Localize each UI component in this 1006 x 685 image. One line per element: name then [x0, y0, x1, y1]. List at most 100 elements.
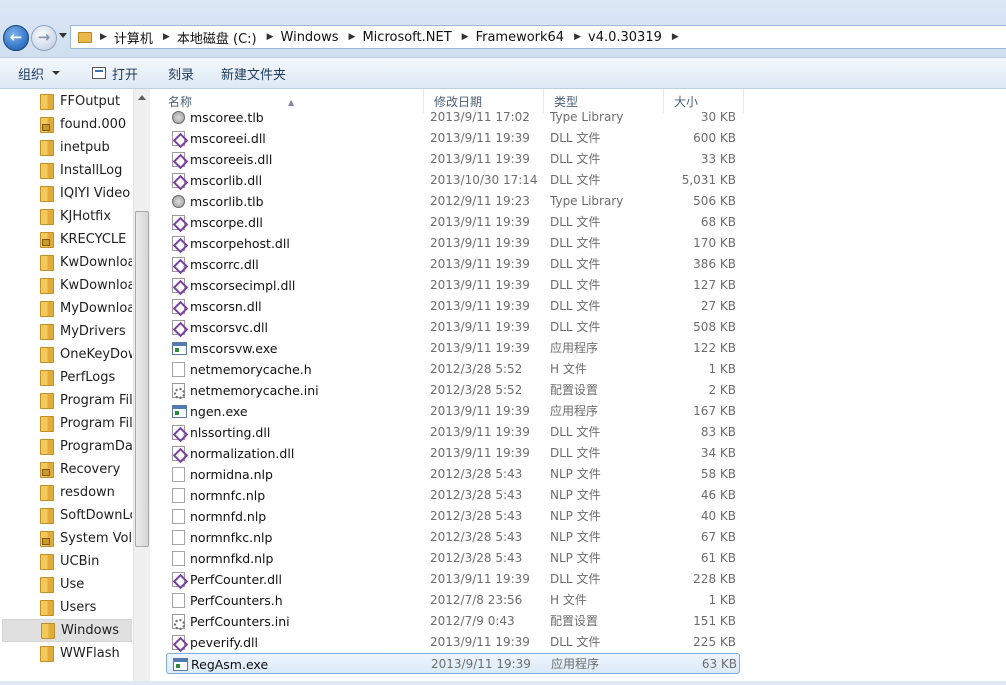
- file-row[interactable]: PerfCounter.dll 2013/9/11 19:39 DLL 文件 228 …: [166, 569, 740, 590]
- file-row[interactable]: mscorsn.dll 2013/9/11 19:39 DLL 文件 27 KB: [166, 296, 740, 317]
- breadcrumb-item[interactable]: v4.0.30319: [588, 30, 662, 45]
- breadcrumb-item[interactable]: 本地磁盘 (C:): [177, 28, 257, 47]
- file-modified-date: 2013/10/30 17:14: [430, 173, 538, 187]
- file-row[interactable]: mscorpe.dll 2013/9/11 19:39 DLL 文件 68 KB: [166, 212, 740, 233]
- file-row[interactable]: normnfkd.nlp 2012/3/28 5:43 NLP 文件 61 KB: [166, 548, 740, 569]
- navigation-pane[interactable]: FFOutput found.000 inetpub InstallLog IQIYI …: [0, 89, 150, 685]
- file-type: H 文件: [550, 593, 587, 607]
- nav-folder-item[interactable]: FFOutput: [2, 90, 132, 113]
- file-row[interactable]: netmemorycache.ini 2012/3/28 5:52 配置设置 2 KB: [166, 380, 740, 401]
- nav-folder-item[interactable]: Program Files: [2, 412, 132, 435]
- chevron-right-icon[interactable]: ▶: [462, 32, 469, 42]
- forward-button[interactable]: →: [31, 25, 57, 51]
- chevron-right-icon[interactable]: ▶: [267, 32, 274, 42]
- nav-folder-label: WWFlash: [60, 646, 120, 661]
- file-modified-date: 2013/9/11 19:39: [430, 257, 530, 271]
- nav-folder-item[interactable]: MyDrivers: [2, 320, 132, 343]
- burn-button[interactable]: 刻录: [168, 64, 194, 83]
- pane-splitter[interactable]: [150, 89, 158, 685]
- file-row[interactable]: mscorlib.dll 2013/10/30 17:14 DLL 文件 5,031 …: [166, 170, 740, 191]
- folder-icon: [40, 599, 54, 616]
- file-row[interactable]: mscoree.tlb 2013/9/11 17:02 Type Library 30…: [166, 107, 740, 128]
- address-bar[interactable]: ▶ 计算机 ▶ 本地磁盘 (C:) ▶ Windows ▶ Microsoft.NET ▶ Fr…: [70, 25, 1006, 49]
- open-button[interactable]: 打开: [92, 64, 138, 83]
- nav-folder-label: UCBin: [60, 554, 100, 569]
- file-row[interactable]: peverify.dll 2013/9/11 19:39 DLL 文件 225 KB: [166, 632, 740, 653]
- organize-button[interactable]: 组织: [18, 64, 61, 83]
- file-row[interactable]: mscorrc.dll 2013/9/11 19:39 DLL 文件 386 KB: [166, 254, 740, 275]
- file-row[interactable]: mscorsvc.dll 2013/9/11 19:39 DLL 文件 508 KB: [166, 317, 740, 338]
- scroll-up-icon[interactable]: [138, 95, 146, 100]
- nav-folder-item[interactable]: KwDownload: [2, 251, 132, 274]
- file-list[interactable]: 名称 ▲ 修改日期 类型 大小 mscoree.tlb 2013/9/11 17:…: [158, 89, 1006, 685]
- file-row[interactable]: mscorpehost.dll 2013/9/11 19:39 DLL 文件 170 …: [166, 233, 740, 254]
- nav-folder-item[interactable]: found.000: [2, 113, 132, 136]
- burn-label: 刻录: [168, 67, 195, 83]
- document-icon: [172, 509, 185, 524]
- nav-folder-item[interactable]: Program Files: [2, 389, 132, 412]
- folder-icon: [40, 300, 54, 317]
- nav-folder-item[interactable]: SoftDownLoad: [2, 504, 132, 527]
- dll-file-icon: [172, 173, 185, 188]
- chevron-right-icon[interactable]: ▶: [100, 32, 107, 42]
- breadcrumb-item[interactable]: Framework64: [476, 30, 565, 45]
- file-row[interactable]: mscoreei.dll 2013/9/11 19:39 DLL 文件 600 KB: [166, 128, 740, 149]
- nav-folder-item[interactable]: WWFlash: [2, 642, 132, 665]
- file-row[interactable]: netmemorycache.h 2012/3/28 5:52 H 文件 1 KB: [166, 359, 740, 380]
- file-row[interactable]: PerfCounters.ini 2012/7/9 0:43 配置设置 151 KB: [166, 611, 740, 632]
- file-size: 67 KB: [700, 530, 736, 544]
- file-row[interactable]: normnfc.nlp 2012/3/28 5:43 NLP 文件 46 KB: [166, 485, 740, 506]
- file-modified-date: 2013/9/11 19:39: [431, 657, 531, 671]
- nav-folder-item[interactable]: UCBin: [2, 550, 132, 573]
- file-row[interactable]: PerfCounters.h 2012/7/8 23:56 H 文件 1 KB: [166, 590, 740, 611]
- nav-folder-item[interactable]: OneKeyDown: [2, 343, 132, 366]
- file-row[interactable]: mscorsecimpl.dll 2013/9/11 19:39 DLL 文件 127…: [166, 275, 740, 296]
- new-folder-button[interactable]: 新建文件夹: [221, 64, 286, 83]
- file-name: mscoree.tlb: [190, 110, 264, 125]
- chevron-right-icon[interactable]: ▶: [672, 32, 679, 42]
- nav-folder-item[interactable]: inetpub: [2, 136, 132, 159]
- organize-label: 组织: [18, 67, 45, 83]
- scrollbar-thumb[interactable]: [135, 211, 149, 547]
- nav-folder-item[interactable]: Windows: [2, 619, 132, 642]
- folder-icon: [40, 576, 54, 593]
- nav-folder-item[interactable]: ProgramData: [2, 435, 132, 458]
- breadcrumb-item[interactable]: Microsoft.NET: [362, 30, 451, 45]
- breadcrumb-item[interactable]: Windows: [281, 30, 339, 45]
- locked-folder-icon: [40, 116, 54, 133]
- nav-folder-item[interactable]: KJHotfix: [2, 205, 132, 228]
- folder-icon: [40, 507, 54, 524]
- nav-folder-item[interactable]: MyDownloads: [2, 297, 132, 320]
- nav-folder-item[interactable]: System Volume: [2, 527, 132, 550]
- nav-folder-item[interactable]: resdown: [2, 481, 132, 504]
- file-row[interactable]: normnfkc.nlp 2012/3/28 5:43 NLP 文件 67 KB: [166, 527, 740, 548]
- nav-folder-item[interactable]: Users: [2, 596, 132, 619]
- file-row[interactable]: ngen.exe 2013/9/11 19:39 应用程序 167 KB: [166, 401, 740, 422]
- back-button[interactable]: ←: [3, 25, 29, 51]
- file-row[interactable]: mscoreeis.dll 2013/9/11 19:39 DLL 文件 33 KB: [166, 149, 740, 170]
- nav-folder-item[interactable]: IQIYI Video: [2, 182, 132, 205]
- recent-pages-dropdown-icon[interactable]: [59, 33, 67, 38]
- file-name: PerfCounters.ini: [190, 614, 290, 629]
- file-row[interactable]: nlssorting.dll 2013/9/11 19:39 DLL 文件 83 KB: [166, 422, 740, 443]
- file-row[interactable]: normidna.nlp 2012/3/28 5:43 NLP 文件 58 KB: [166, 464, 740, 485]
- chevron-right-icon[interactable]: ▶: [349, 32, 356, 42]
- file-row[interactable]: RegAsm.exe 2013/9/11 19:39 应用程序 63 KB: [166, 653, 740, 674]
- nav-folder-item[interactable]: PerfLogs: [2, 366, 132, 389]
- nav-folder-item[interactable]: KRECYCLE: [2, 228, 132, 251]
- file-row[interactable]: normnfd.nlp 2012/3/28 5:43 NLP 文件 40 KB: [166, 506, 740, 527]
- folder-icon: [40, 438, 54, 455]
- file-row[interactable]: mscorsvw.exe 2013/9/11 19:39 应用程序 122 KB: [166, 338, 740, 359]
- nav-folder-item[interactable]: InstallLog: [2, 159, 132, 182]
- file-row[interactable]: normalization.dll 2013/9/11 19:39 DLL 文件 34…: [166, 443, 740, 464]
- nav-folder-item[interactable]: Recovery: [2, 458, 132, 481]
- chevron-right-icon[interactable]: ▶: [574, 32, 581, 42]
- navigation-scrollbar[interactable]: [133, 89, 150, 685]
- document-icon: [172, 467, 185, 482]
- nav-folder-item[interactable]: KwDownload: [2, 274, 132, 297]
- file-row[interactable]: mscorlib.tlb 2012/9/11 19:23 Type Library 5…: [166, 191, 740, 212]
- chevron-right-icon[interactable]: ▶: [163, 32, 170, 42]
- breadcrumb-item[interactable]: 计算机: [114, 28, 153, 47]
- nav-folder-item[interactable]: Use: [2, 573, 132, 596]
- file-modified-date: 2012/3/28 5:43: [430, 530, 523, 544]
